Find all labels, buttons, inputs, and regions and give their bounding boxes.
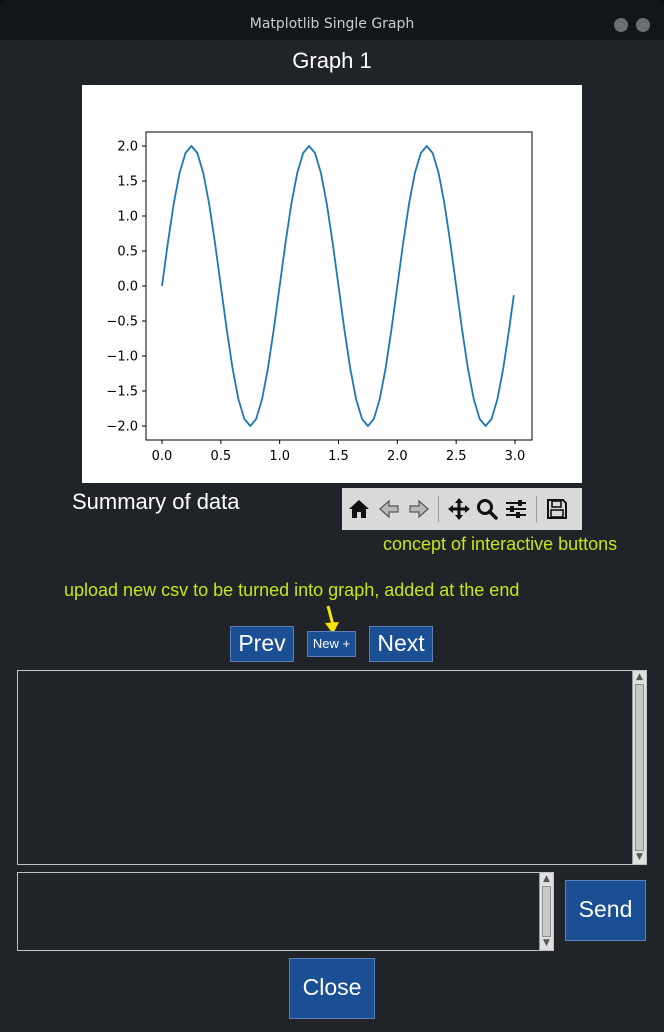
zoom-button[interactable] — [473, 494, 501, 524]
configure-subplots-button[interactable] — [502, 494, 530, 524]
message-input[interactable]: ▲ ▼ — [17, 872, 554, 951]
x-tick-label: 2.5 — [446, 449, 467, 464]
output-textbox[interactable]: ▲ ▼ — [17, 670, 647, 865]
scroll-up-icon[interactable]: ▲ — [541, 874, 552, 885]
y-tick-label: 1.0 — [117, 210, 138, 225]
x-tick-label: 0.5 — [210, 449, 231, 464]
series-line — [161, 145, 515, 427]
y-tick-label: 0.5 — [117, 245, 138, 260]
send-button[interactable]: Send — [565, 880, 646, 941]
save-icon — [547, 499, 567, 519]
input-scrollbar[interactable]: ▲ ▼ — [539, 873, 553, 950]
toolbar-separator — [438, 496, 439, 522]
output-scrollbar[interactable]: ▲ ▼ — [632, 671, 646, 864]
scroll-thumb[interactable] — [542, 886, 551, 937]
forward-arrow-icon — [409, 499, 429, 519]
next-button[interactable]: Next — [369, 626, 433, 662]
scroll-down-icon[interactable]: ▼ — [541, 938, 552, 949]
prev-button[interactable]: Prev — [230, 626, 294, 662]
home-button[interactable] — [345, 494, 373, 524]
title-bar[interactable]: Matplotlib Single Graph — [0, 0, 664, 40]
app-window: Matplotlib Single Graph Graph 1 0.0 0.5 1.… — [0, 0, 664, 1032]
home-icon — [349, 500, 369, 518]
upload-note: upload new csv to be turned into graph, … — [64, 580, 520, 600]
new-graph-button[interactable]: New + — [307, 631, 356, 657]
pan-icon — [448, 498, 470, 520]
back-button[interactable] — [375, 494, 403, 524]
zoom-icon — [477, 499, 498, 520]
plot-canvas[interactable]: 0.0 0.5 1.0 1.5 2.0 2.5 3.0 2.0 1.5 1.0 0.5 0.0 −0.5… — [82, 85, 582, 483]
save-button[interactable] — [543, 494, 571, 524]
configure-subplots-icon — [506, 500, 526, 518]
toolbar-note: concept of interactive buttons — [383, 534, 618, 554]
back-arrow-icon — [379, 499, 399, 519]
x-tick-label: 3.0 — [505, 449, 526, 464]
scroll-up-icon[interactable]: ▲ — [634, 672, 645, 683]
navigation-toolbar — [342, 488, 582, 530]
scroll-thumb[interactable] — [635, 684, 644, 851]
y-tick-label: −2.0 — [106, 420, 138, 435]
y-tick-label: −1.5 — [106, 385, 138, 400]
scroll-down-icon[interactable]: ▼ — [634, 852, 645, 863]
x-tick-label: 1.5 — [328, 449, 349, 464]
minimize-button[interactable] — [614, 18, 628, 32]
close-window-button[interactable] — [636, 18, 650, 32]
x-tick-label: 1.0 — [269, 449, 290, 464]
graph-title: Graph 1 — [292, 48, 372, 73]
y-tick-label: 0.0 — [117, 280, 138, 295]
y-tick-label: −1.0 — [106, 350, 138, 365]
toolbar-separator — [536, 496, 537, 522]
y-tick-label: 2.0 — [117, 140, 138, 155]
forward-button[interactable] — [405, 494, 433, 524]
y-tick-label: −0.5 — [106, 315, 138, 330]
pan-button[interactable] — [445, 494, 473, 524]
summary-label: Summary of data — [72, 489, 240, 514]
close-button[interactable]: Close — [289, 958, 375, 1019]
x-tick-label: 2.0 — [387, 449, 408, 464]
x-tick-label: 0.0 — [152, 449, 173, 464]
window-title: Matplotlib Single Graph — [249, 16, 415, 32]
y-tick-label: 1.5 — [117, 175, 138, 190]
line-chart: 0.0 0.5 1.0 1.5 2.0 2.5 3.0 2.0 1.5 1.0 0.5 0.0 −0.5… — [106, 131, 533, 464]
